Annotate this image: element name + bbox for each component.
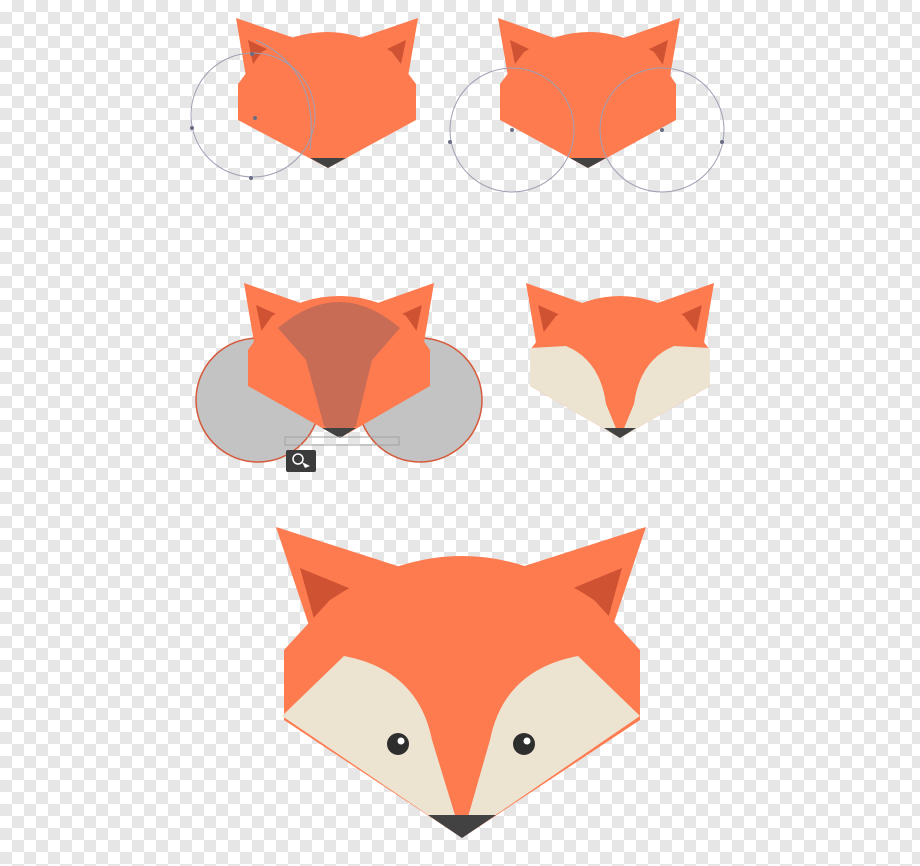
anchor-point [720,140,724,144]
anchor-point [660,128,664,132]
anchor-point [448,140,452,144]
nose [310,158,346,168]
head-shape [238,32,416,168]
head-shape [500,32,676,168]
nose [428,815,496,838]
anchor-point [510,128,514,132]
step-5-final-fox [276,527,646,838]
step-2-fox-head [448,18,725,193]
anchor-point [249,176,253,180]
nose [570,158,606,168]
cursor-badge [286,450,316,472]
left-eye-highlight [397,737,405,745]
anchor-point [190,126,194,130]
step-1-fox-head [190,18,418,180]
step-3-shape-builder [195,283,483,472]
step-4-fox-head [526,283,714,438]
left-eye [387,733,409,755]
anchor-point [250,52,254,56]
illustration-canvas [190,18,725,838]
shape-builder-cursor [286,450,316,472]
right-eye [513,733,535,755]
nose [604,428,636,438]
right-eye-highlight [523,737,531,745]
anchor-point [253,116,257,120]
